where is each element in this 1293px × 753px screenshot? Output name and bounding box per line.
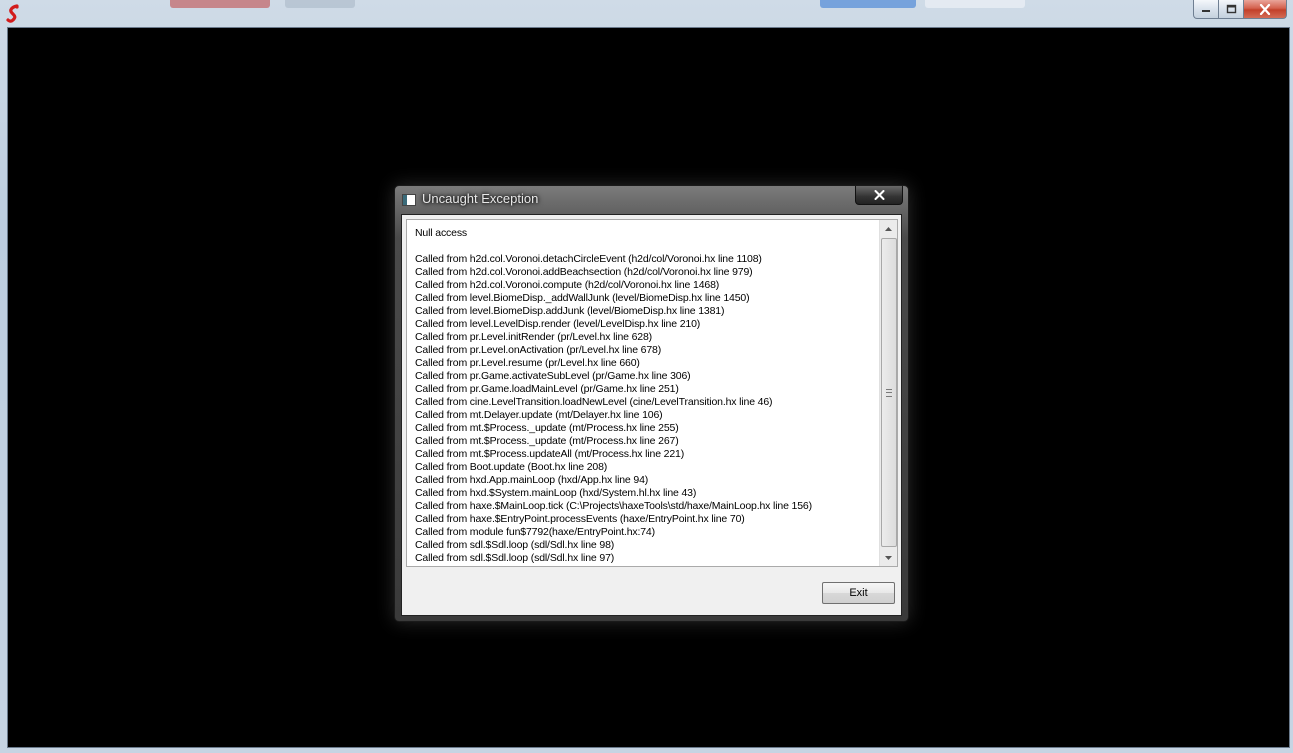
grip-icon <box>886 389 892 397</box>
trace-line: Called from mt.$Process.updateAll (mt/Pr… <box>415 448 685 460</box>
trace-line: Called from pr.Game.loadMainLevel (pr/Ga… <box>415 383 679 395</box>
trace-line: Called from hxd.App.mainLoop (hxd/App.hx… <box>415 474 649 486</box>
trace-line: Called from h2d.col.Voronoi.detachCircle… <box>415 253 762 265</box>
trace-line: Called from pr.Level.onActivation (pr/Le… <box>415 344 662 356</box>
trace-line: Null access <box>415 227 468 239</box>
vertical-scrollbar[interactable] <box>879 220 897 566</box>
trace-line: Called from pr.Game.activateSubLevel (pr… <box>415 370 691 382</box>
trace-line: Called from pr.Level.initRender (pr/Leve… <box>415 331 653 343</box>
trace-line: Called from level.BiomeDisp._addWallJunk… <box>415 292 750 304</box>
maximize-button[interactable] <box>1219 0 1244 19</box>
background-taskbar-ghost <box>285 0 355 8</box>
arrow-down-icon <box>885 555 892 560</box>
trace-line: Called from mt.Delayer.update (mt/Delaye… <box>415 409 663 421</box>
dialog-close-button[interactable] <box>855 186 903 205</box>
trace-line <box>415 240 881 253</box>
trace-line: Called from level.BiomeDisp.addJunk (lev… <box>415 305 725 317</box>
trace-line: Called from level.LevelDisp.render (leve… <box>415 318 701 330</box>
close-icon <box>1259 3 1271 15</box>
trace-line: Called from sdl.$Sdl.loop (sdl/Sdl.hx li… <box>415 552 615 564</box>
background-taskbar-ghost <box>820 0 916 8</box>
dialog-titlebar[interactable]: Uncaught Exception <box>395 186 908 213</box>
trace-line: Called from haxe.$EntryPoint.processEven… <box>415 513 745 525</box>
window-icon <box>402 194 416 206</box>
scroll-thumb[interactable] <box>881 238 897 547</box>
close-button[interactable] <box>1244 0 1287 19</box>
trace-line: Called from h2d.col.Voronoi.compute (h2d… <box>415 279 720 291</box>
close-icon <box>874 190 884 200</box>
arrow-up-icon <box>885 226 892 231</box>
stack-trace-text: Null access Called from h2d.col.Voronoi.d… <box>415 227 881 565</box>
trace-line: Called from haxe.$MainLoop.tick (C:\Proj… <box>415 500 812 512</box>
stack-trace-textarea[interactable]: Null access Called from h2d.col.Voronoi.d… <box>406 219 898 567</box>
trace-line: Called from cine.LevelTransition.loadNew… <box>415 396 773 408</box>
trace-line: Called from sdl.$Sdl.loop (sdl/Sdl.hx li… <box>415 539 615 551</box>
window-controls <box>1193 0 1287 19</box>
background-taskbar-ghost <box>925 0 1025 8</box>
trace-line: Called from mt.$Process._update (mt/Proc… <box>415 422 679 434</box>
trace-line: Called from module fun$7792(haxe/EntryPo… <box>415 526 655 538</box>
trace-line: Called from h2d.col.Voronoi.addBeachsect… <box>415 266 753 278</box>
minimize-icon <box>1202 10 1210 12</box>
scroll-down-button[interactable] <box>880 549 897 566</box>
dialog-title: Uncaught Exception <box>422 191 539 206</box>
trace-line: Called from Boot.update (Boot.hx line 20… <box>415 461 608 473</box>
dialog-body: Null access Called from h2d.col.Voronoi.d… <box>401 214 902 616</box>
trace-line: Called from pr.Level.resume (pr/Level.hx… <box>415 357 640 369</box>
trace-line: Called from hxd.$System.mainLoop (hxd/Sy… <box>415 487 697 499</box>
maximize-icon <box>1226 4 1236 14</box>
exit-button[interactable]: Exit <box>822 582 895 604</box>
background-taskbar-ghost <box>170 0 270 8</box>
scroll-up-button[interactable] <box>880 220 897 237</box>
minimize-button[interactable] <box>1193 0 1219 19</box>
window-titlebar[interactable] <box>0 0 1293 26</box>
app-logo-icon <box>6 4 19 23</box>
exception-dialog: Uncaught Exception Null access Called fro… <box>394 185 909 622</box>
trace-line: Called from mt.$Process._update (mt/Proc… <box>415 435 679 447</box>
